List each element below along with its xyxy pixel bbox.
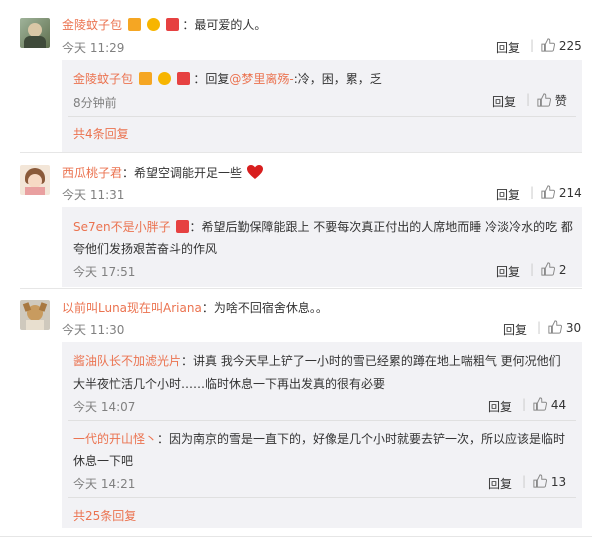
like-button[interactable]: 44: [533, 397, 566, 412]
reply-username[interactable]: 一代的开山怪丶: [73, 432, 157, 446]
reply-button[interactable]: 回复: [503, 321, 527, 338]
more-replies-link[interactable]: 共4条回复: [73, 125, 129, 142]
reply-text-continued: 休息一下吧: [73, 454, 134, 468]
verified-badge-icon: [127, 18, 141, 31]
avatar[interactable]: [20, 165, 50, 195]
thumbs-up-icon: [541, 262, 555, 276]
like-count: 2: [558, 263, 567, 277]
mention-link[interactable]: @梦里离殇-: [229, 72, 293, 86]
red-heart-icon: [246, 165, 263, 179]
avatar[interactable]: [20, 300, 50, 330]
reply-text-continued: 夸他们发扬艰苦奋斗的作风: [73, 242, 218, 256]
red-badge-icon: [176, 72, 190, 85]
reply-button[interactable]: 回复: [488, 475, 512, 492]
more-replies-link[interactable]: 共25条回复: [73, 507, 136, 524]
reply-username[interactable]: Se7en不是小胖子: [73, 220, 171, 234]
divider: |: [530, 38, 535, 52]
like-button[interactable]: 赞: [537, 92, 567, 109]
comment-time: 今天 11:30: [62, 323, 125, 337]
reply-username[interactable]: 酱油队长不加滤光片: [73, 354, 181, 368]
comment-username[interactable]: 金陵蚊子包: [62, 18, 122, 32]
reply-item-header: 金陵蚊子包 ：回复@梦里离殇-:冷，困，累，乏: [73, 70, 382, 87]
thumbs-up-icon: [533, 474, 547, 488]
divider: [68, 116, 576, 117]
like-button[interactable]: 214: [541, 185, 582, 200]
like-button[interactable]: 225: [541, 38, 582, 53]
reply-button[interactable]: 回复: [496, 263, 520, 280]
like-count: 44: [550, 398, 567, 412]
comment-text: ：最可爱的人。: [182, 18, 267, 32]
comment-time: 今天 11:31: [62, 188, 125, 202]
comment-username[interactable]: 以前叫Luna现在叫Ariana: [62, 301, 202, 315]
comment-time: 今天 11:29: [62, 41, 125, 55]
thumbs-up-icon: [537, 93, 551, 107]
divider: [68, 497, 576, 498]
reply-text-continued: :冷，困，累，乏: [293, 72, 382, 86]
thumbs-up-icon: [548, 320, 562, 334]
like-count: 13: [550, 475, 567, 489]
comment-text: ：为啥不回宿舍休息。。: [201, 301, 328, 315]
divider: [0, 536, 592, 537]
reply-button[interactable]: 回复: [488, 398, 512, 415]
reply-text: ：因为南京的雪是一直下的，好像是几个小时就要去铲一次，所以应该是临时: [157, 432, 566, 446]
like-count: 225: [558, 39, 582, 53]
reply-button[interactable]: 回复: [492, 93, 516, 110]
reply-text: ：希望后勤保障能跟上 不要每次真正付出的人席地而睡 冷淡冷水的吃 都: [189, 220, 573, 234]
reply-time: 今天 14:07: [73, 400, 136, 414]
reply-time: 8分钟前: [73, 96, 117, 110]
like-button[interactable]: 2: [541, 262, 566, 277]
reply-button[interactable]: 回复: [496, 39, 520, 56]
like-count: 赞: [554, 94, 567, 108]
like-count: 214: [558, 186, 582, 200]
comment-header: 金陵蚊子包 ：最可爱的人。: [62, 16, 266, 33]
reply-text: ：讲真 我今天早上铲了一小时的雪已经累的蹲在地上喘粗气 更何况他们: [181, 354, 561, 368]
sun-badge-icon: [157, 72, 171, 85]
sun-badge-icon: [146, 18, 160, 31]
like-button[interactable]: 30: [548, 320, 581, 335]
thumbs-up-icon: [541, 185, 555, 199]
red-badge-icon: [176, 220, 190, 233]
reply-item-header: 一代的开山怪丶：因为南京的雪是一直下的，好像是几个小时就要去铲一次，所以应该是临…: [73, 430, 565, 447]
divider: |: [537, 320, 542, 334]
red-badge-icon: [165, 18, 179, 31]
avatar[interactable]: [20, 18, 50, 48]
divider: |: [526, 92, 531, 106]
divider: |: [522, 397, 527, 411]
reply-time: 今天 17:51: [73, 265, 136, 279]
reply-time: 今天 14:21: [73, 477, 136, 491]
verified-badge-icon: [138, 72, 152, 85]
divider: [68, 420, 576, 421]
reply-username[interactable]: 金陵蚊子包: [73, 72, 133, 86]
divider: |: [530, 262, 535, 276]
reply-item-header: 酱油队长不加滤光片：讲真 我今天早上铲了一小时的雪已经累的蹲在地上喘粗气 更何况…: [73, 352, 561, 369]
reply-button[interactable]: 回复: [496, 186, 520, 203]
reply-item-header: Se7en不是小胖子 ：希望后勤保障能跟上 不要每次真正付出的人席地而睡 冷淡冷…: [73, 218, 573, 235]
comment-username[interactable]: 西瓜桃子君: [62, 166, 122, 180]
comment-text: ：希望空调能开足一些: [122, 166, 243, 180]
thumbs-up-icon: [533, 397, 547, 411]
like-button[interactable]: 13: [533, 474, 566, 489]
comment-header: 以前叫Luna现在叫Ariana：为啥不回宿舍休息。。: [62, 299, 328, 316]
divider: [20, 152, 582, 153]
reply-text-continued: 大半夜忙活几个小时……临时休息一下再出发真的很有必要: [73, 377, 386, 391]
thumbs-up-icon: [541, 38, 555, 52]
divider: |: [530, 185, 535, 199]
reply-text: ：回复: [193, 72, 230, 86]
divider: |: [522, 474, 527, 488]
divider: [20, 288, 582, 289]
like-count: 30: [565, 321, 582, 335]
comment-header: 西瓜桃子君：希望空调能开足一些: [62, 164, 264, 181]
